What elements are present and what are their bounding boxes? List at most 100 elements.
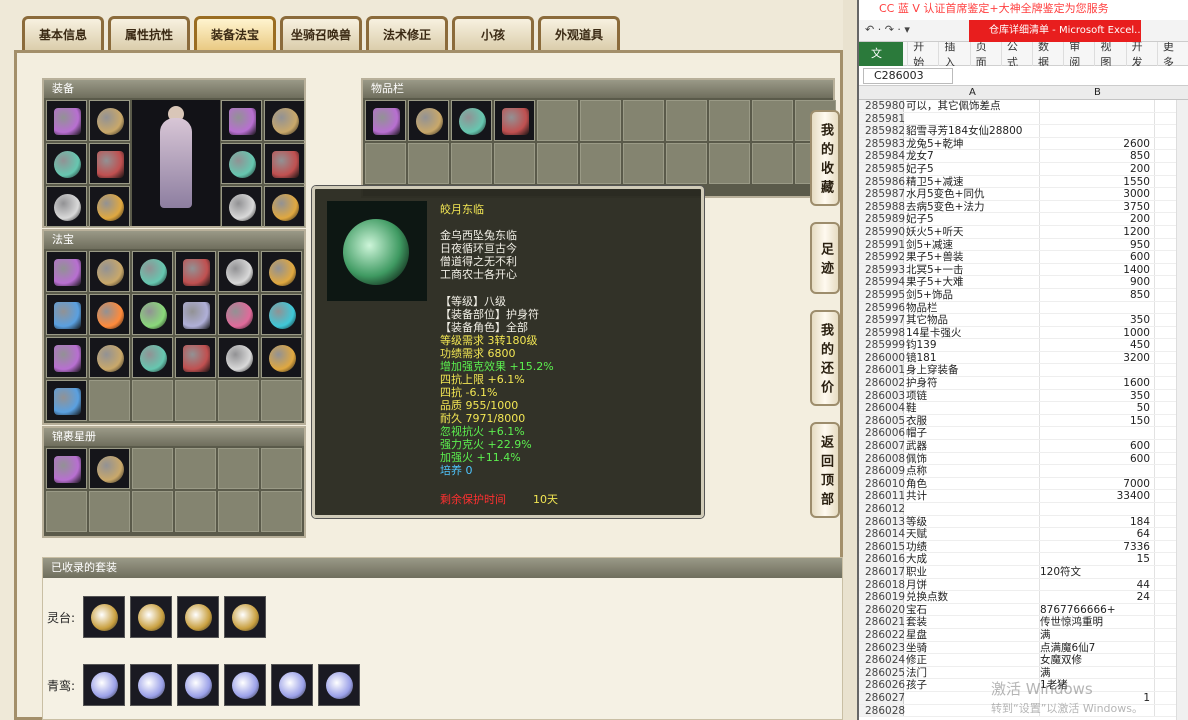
quick-access-toolbar[interactable]: ↶ · ↷ · ▾ [865,23,910,36]
tab-4[interactable]: 法术修正 [366,16,448,52]
equipment-slot[interactable] [264,143,305,184]
cell-b[interactable]: 1600 [1040,377,1155,389]
cell-a[interactable]: 大成 [904,553,1040,565]
star-book-slot[interactable] [261,491,302,532]
fabao-slot[interactable] [175,294,216,335]
cell-a[interactable]: 果子5+兽装 [904,251,1040,263]
fabao-slot[interactable] [218,337,259,378]
suit-piece-icon[interactable] [83,596,125,638]
star-book-slot[interactable] [218,491,259,532]
row-number[interactable]: 286018 [859,578,905,591]
cell-a[interactable]: 套装 [904,616,1040,628]
row-number[interactable]: 286009 [859,465,905,477]
star-book-slot[interactable] [132,491,173,532]
inventory-slot[interactable] [580,100,621,141]
row-number[interactable]: 286002 [859,377,905,389]
equipment-slot[interactable] [89,100,130,141]
fabao-slot[interactable] [132,294,173,335]
suit-piece-icon[interactable] [83,664,125,706]
suit-piece-icon[interactable] [271,664,313,706]
equipment-slot[interactable] [221,186,262,227]
fabao-slot[interactable] [46,294,87,335]
cell-a[interactable]: 职业 [904,565,1040,578]
tab-1[interactable]: 属性抗性 [108,16,190,52]
cell-b[interactable]: 1200 [1040,225,1155,238]
cell-b[interactable]: 64 [1040,528,1155,540]
inventory-slot[interactable] [623,100,664,141]
cell-a[interactable]: 修正 [904,654,1040,666]
cell-b[interactable]: 3200 [1040,351,1155,364]
row-number[interactable]: 286012 [859,503,905,515]
cell-a[interactable]: 等级 [904,515,1040,528]
fabao-slot[interactable] [261,380,302,421]
cell-b[interactable] [1040,364,1155,377]
cell-b[interactable] [1040,427,1155,440]
row-number[interactable]: 286028 [859,704,905,717]
cell-b[interactable]: 33400 [1040,490,1155,502]
inventory-slot[interactable] [451,143,492,184]
inventory-slot[interactable] [451,100,492,141]
cell-b[interactable]: 满 [1040,628,1155,641]
vertical-scrollbar[interactable] [1176,100,1188,720]
row-number[interactable]: 286026 [859,679,905,691]
row-number[interactable]: 286013 [859,515,905,528]
cell-a[interactable]: 北冥5+一击 [904,263,1040,276]
fabao-slot[interactable] [218,251,259,292]
cell-a[interactable]: 鞋 [904,402,1040,414]
row-number[interactable]: 286022 [859,628,905,641]
equipment-slot[interactable] [221,143,262,184]
row-number[interactable]: 285995 [859,288,905,301]
cell-b[interactable]: 200 [1040,162,1155,175]
row-number[interactable]: 285990 [859,225,905,238]
cell-a[interactable]: 镜181 [904,351,1040,364]
menu-formula[interactable]: 公式 [1000,37,1032,70]
fabao-slot[interactable] [218,380,259,421]
cell-b[interactable] [1040,112,1155,125]
fabao-slot[interactable] [175,380,216,421]
star-book-slot[interactable] [261,448,302,489]
inventory-slot[interactable] [752,143,793,184]
cell-b[interactable]: 1400 [1040,263,1155,276]
cell-b[interactable]: 850 [1040,150,1155,162]
cell-a[interactable]: 星盘 [904,628,1040,641]
row-number[interactable]: 285991 [859,238,905,251]
cell-a[interactable]: 去病5变色+法力 [904,200,1040,213]
row-number[interactable]: 286020 [859,603,905,616]
row-number[interactable]: 285989 [859,213,905,225]
cell-a[interactable]: 项链 [904,389,1040,402]
row-number[interactable]: 285987 [859,188,905,200]
row-number[interactable]: 286000 [859,351,905,364]
cell-b[interactable]: 7336 [1040,540,1155,553]
menu-more[interactable]: 更多 [1156,37,1188,70]
cell-a[interactable] [904,112,1040,125]
cell-b[interactable]: 24 [1040,591,1155,603]
fabao-slot[interactable] [89,251,130,292]
cell-b[interactable]: 44 [1040,578,1155,591]
cell-b[interactable]: 50 [1040,402,1155,414]
menu-developer[interactable]: 开发 [1125,37,1157,70]
inventory-slot[interactable] [709,143,750,184]
cell-a[interactable]: 帽子 [904,427,1040,440]
cell-b[interactable]: 1550 [1040,175,1155,188]
cell-b[interactable] [1040,465,1155,477]
star-book-slot[interactable] [132,448,173,489]
cell-a[interactable]: 共计 [904,490,1040,502]
cell-b[interactable]: 15 [1040,553,1155,565]
fabao-slot[interactable] [132,337,173,378]
fabao-slot[interactable] [89,294,130,335]
star-book-slot[interactable] [175,491,216,532]
cell-b[interactable]: 900 [1040,276,1155,288]
inventory-slot[interactable] [709,100,750,141]
row-number[interactable]: 286003 [859,389,905,402]
cell-a[interactable]: 14星卡强火 [904,326,1040,339]
cell-b[interactable] [1040,100,1155,112]
cell-a[interactable]: 宝石 [904,603,1040,616]
inventory-slot[interactable] [666,100,707,141]
row-number[interactable]: 285997 [859,314,905,326]
tab-2[interactable]: 装备法宝 [194,16,276,52]
equipment-slot[interactable] [264,186,305,227]
row-number[interactable]: 286014 [859,528,905,540]
cell-a[interactable]: 妃子5 [904,162,1040,175]
fabao-slot[interactable] [46,337,87,378]
my-favorites-button[interactable]: 我的收藏 [810,110,840,206]
